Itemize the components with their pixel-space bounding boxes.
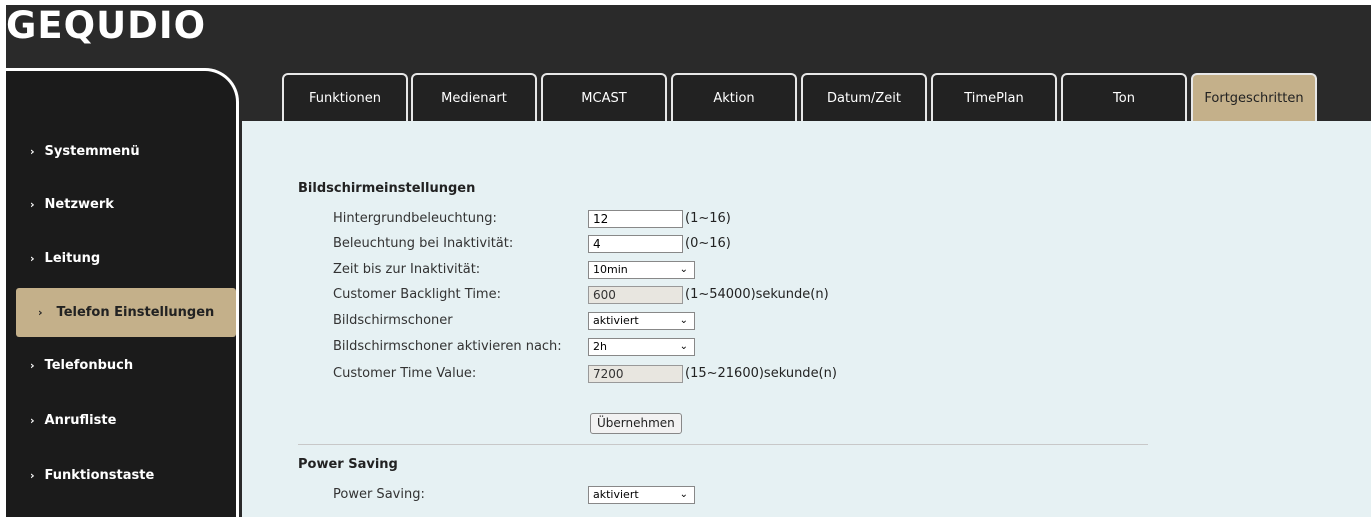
select-value: 10min xyxy=(593,263,628,276)
select-value: aktiviert xyxy=(593,488,639,501)
sidebar-item-label: Funktionstaste xyxy=(44,468,155,483)
chevron-right-icon: › xyxy=(30,469,35,482)
settings-panel: Bildschirmeinstellungen Hintergrundbeleu… xyxy=(242,121,1371,517)
sidebar-item-label: Netzwerk xyxy=(44,197,114,212)
customer-backlight-time-input[interactable]: 600 xyxy=(588,286,683,304)
chevron-down-icon: ⌄ xyxy=(679,315,688,326)
range-hint: (15~21600)sekunde(n) xyxy=(685,366,837,381)
field-label: Zeit bis zur Inaktivität: xyxy=(333,262,481,277)
sidebar-item-telefon-einstellungen[interactable]: › Telefon Einstellungen xyxy=(16,288,236,337)
backlight-input[interactable]: 12 xyxy=(588,210,683,228)
chevron-down-icon: ⌄ xyxy=(679,489,688,500)
tab-funktionen[interactable]: Funktionen xyxy=(282,73,408,121)
apply-button[interactable]: Übernehmen xyxy=(590,413,682,434)
sidebar-item-netzwerk[interactable]: › Netzwerk xyxy=(30,197,114,212)
sidebar-item-funktionstaste[interactable]: › Funktionstaste xyxy=(30,468,154,483)
range-hint: (1~54000)sekunde(n) xyxy=(685,287,829,302)
section-title-display: Bildschirmeinstellungen xyxy=(298,181,476,196)
chevron-right-icon: › xyxy=(38,306,43,319)
sidebar-item-label: Telefonbuch xyxy=(44,358,134,373)
chevron-right-icon: › xyxy=(30,359,35,372)
field-label: Bildschirmschoner aktivieren nach: xyxy=(333,339,562,354)
tab-aktion[interactable]: Aktion xyxy=(671,73,797,121)
tab-medienart[interactable]: Medienart xyxy=(411,73,537,121)
sidebar-item-systemmenue[interactable]: › Systemmenü xyxy=(30,144,140,159)
customer-time-value-input[interactable]: 7200 xyxy=(588,365,683,383)
section-title-power-saving: Power Saving xyxy=(298,457,398,472)
sidebar-item-label: Systemmenü xyxy=(44,144,140,159)
sidebar-item-leitung[interactable]: › Leitung xyxy=(30,251,100,266)
chevron-right-icon: › xyxy=(30,252,35,265)
sidebar-item-anrufliste[interactable]: › Anrufliste xyxy=(30,413,116,428)
chevron-down-icon: ⌄ xyxy=(679,264,688,275)
inactivity-time-select[interactable]: 10min ⌄ xyxy=(588,261,695,279)
sidebar-item-telefonbuch[interactable]: › Telefonbuch xyxy=(30,358,133,373)
screensaver-delay-select[interactable]: 2h ⌄ xyxy=(588,338,695,356)
select-value: 2h xyxy=(593,340,607,353)
chevron-right-icon: › xyxy=(30,414,35,427)
chevron-down-icon: ⌄ xyxy=(679,341,688,352)
screensaver-select[interactable]: aktiviert ⌄ xyxy=(588,312,695,330)
field-label: Beleuchtung bei Inaktivität: xyxy=(333,236,514,251)
tab-datum-zeit[interactable]: Datum/Zeit xyxy=(801,73,927,121)
tab-ton[interactable]: Ton xyxy=(1061,73,1187,121)
sidebar-item-label: Leitung xyxy=(44,251,101,266)
field-label: Hintergrundbeleuchtung: xyxy=(333,211,497,226)
tab-timeplan[interactable]: TimePlan xyxy=(931,73,1057,121)
chevron-right-icon: › xyxy=(30,198,35,211)
sidebar-item-label: Telefon Einstellungen xyxy=(56,305,215,320)
section-divider xyxy=(298,444,1148,445)
field-label: Customer Time Value: xyxy=(333,366,477,381)
field-label: Customer Backlight Time: xyxy=(333,287,501,302)
tab-fortgeschritten[interactable]: Fortgeschritten xyxy=(1191,73,1317,121)
field-label: Power Saving: xyxy=(333,487,425,502)
brand-logo: GEQUDIO xyxy=(6,4,207,47)
sidebar-item-label: Anrufliste xyxy=(44,413,117,428)
tab-mcast[interactable]: MCAST xyxy=(541,73,667,121)
power-saving-select[interactable]: aktiviert ⌄ xyxy=(588,486,695,504)
chevron-right-icon: › xyxy=(30,145,35,158)
select-value: aktiviert xyxy=(593,314,639,327)
range-hint: (0~16) xyxy=(685,236,731,251)
field-label: Bildschirmschoner xyxy=(333,313,453,328)
range-hint: (1~16) xyxy=(685,211,731,226)
inactive-backlight-input[interactable]: 4 xyxy=(588,235,683,253)
